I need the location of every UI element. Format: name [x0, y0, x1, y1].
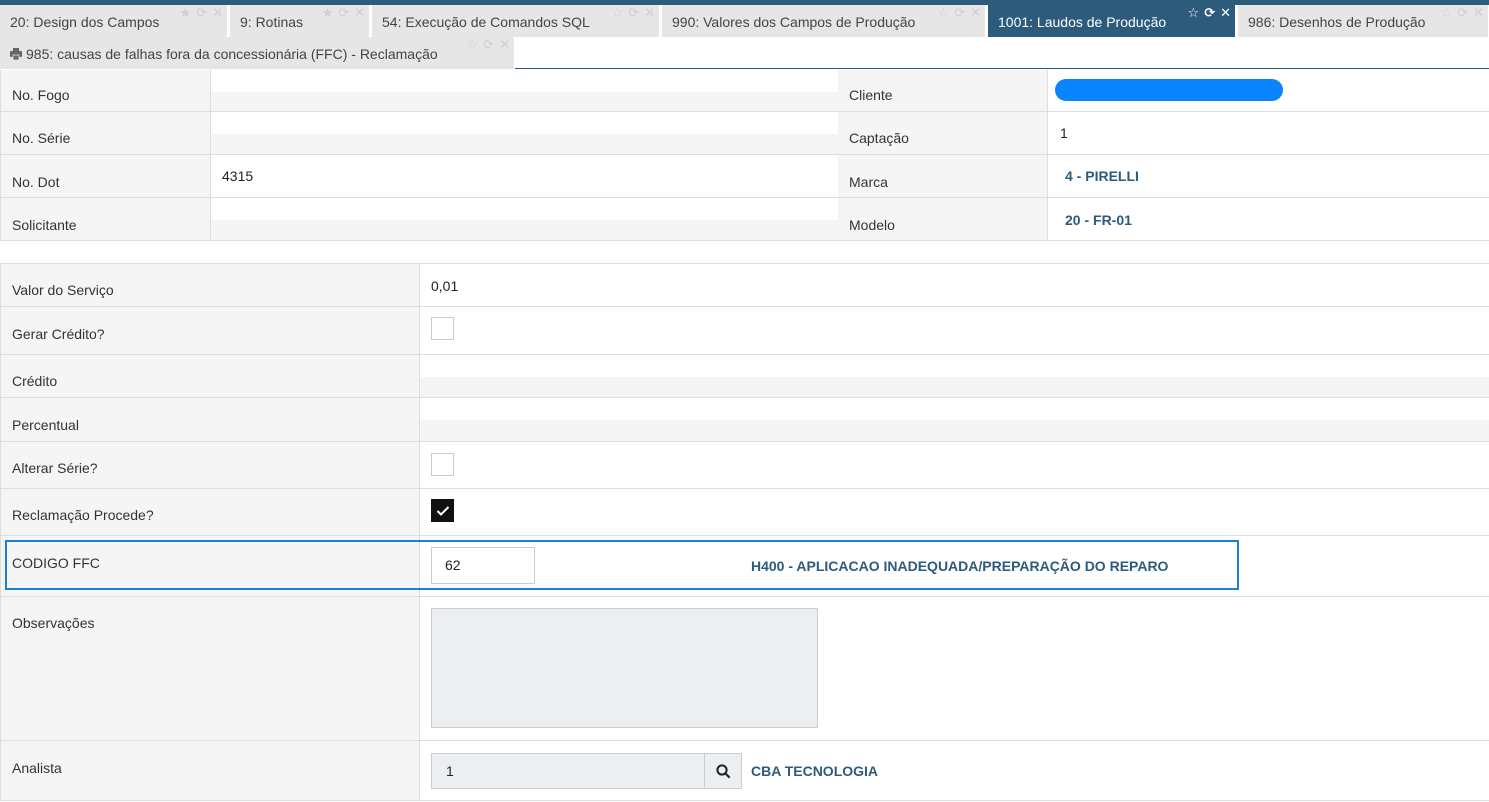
tab-rotinas[interactable]: 9: Rotinas ★ ⟳ ✕ — [230, 5, 370, 37]
star-icon[interactable]: ☆ — [467, 38, 479, 52]
tab-label: 9: Rotinas — [240, 14, 304, 30]
row-solicitante: Solicitante — [0, 198, 838, 241]
analista-search-button[interactable] — [704, 753, 742, 789]
analista-name: CBA TECNOLOGIA — [751, 763, 879, 779]
label-marca: Marca — [838, 155, 1048, 197]
marca-value: 4 - PIRELLI — [1065, 168, 1139, 184]
label-valor-servico: Valor do Serviço — [0, 264, 420, 306]
percentual-field[interactable] — [420, 398, 1489, 441]
tab-desenhos-de-producao[interactable]: 986: Desenhos de Produção ☆ ⟳ ✕ — [1238, 5, 1489, 37]
tab-execucao-sql[interactable]: 54: Execução de Comandos SQL ☆ ⟳ ✕ — [372, 5, 660, 37]
label-no-serie: No. Série — [0, 112, 211, 154]
analista-input[interactable]: 1 — [431, 753, 705, 789]
row-credito: Crédito — [0, 355, 1489, 398]
refresh-icon[interactable]: ⟳ — [483, 38, 494, 52]
label-alterar-serie: Alterar Série? — [0, 442, 420, 488]
label-percentual: Percentual — [0, 398, 420, 441]
label-no-fogo: No. Fogo — [0, 70, 211, 111]
tab-design-dos-campos[interactable]: 20: Design dos Campos ★ ⟳ ✕ — [0, 5, 228, 37]
alterar-serie-checkbox[interactable] — [431, 453, 454, 476]
label-reclamacao-procede: Reclamação Procede? — [0, 489, 420, 535]
alterar-serie-cell — [420, 442, 1489, 488]
label-observacoes: Observações — [0, 597, 420, 740]
tab-label: 986: Desenhos de Produção — [1248, 14, 1426, 30]
row-no-fogo: No. Fogo — [0, 70, 838, 112]
solicitante-field[interactable] — [211, 198, 838, 240]
gerar-credito-cell — [420, 307, 1489, 354]
row-no-serie: No. Série — [0, 112, 838, 155]
label-gerar-credito: Gerar Crédito? — [0, 307, 420, 354]
tab-label: 54: Execução de Comandos SQL — [382, 14, 590, 30]
tab-laudos-de-producao[interactable]: 1001: Laudos de Produção ☆ ⟳ ✕ — [988, 5, 1236, 37]
star-icon[interactable]: ☆ — [938, 6, 950, 20]
tab-causas-falhas-ffc[interactable]: 985: causas de falhas fora da concession… — [0, 37, 515, 69]
reclamacao-procede-checkbox[interactable] — [431, 499, 454, 522]
row-analista: Analista — [0, 741, 1489, 801]
tab-bar: 20: Design dos Campos ★ ⟳ ✕ 9: Rotinas ★ ⟳ ✕… — [0, 5, 1489, 69]
refresh-icon[interactable]: ⟳ — [1457, 6, 1468, 20]
valor-servico-field[interactable]: 0,01 — [420, 264, 1489, 306]
label-modelo: Modelo — [838, 198, 1048, 240]
refresh-icon[interactable]: ⟳ — [628, 6, 639, 20]
close-icon[interactable]: ✕ — [644, 6, 655, 20]
no-fogo-field[interactable] — [211, 70, 838, 111]
refresh-icon[interactable]: ⟳ — [196, 6, 207, 20]
row-percentual: Percentual — [0, 398, 1489, 442]
captacao-value: 1 — [1060, 125, 1068, 141]
gerar-credito-checkbox[interactable] — [431, 317, 454, 340]
tab-label: 1001: Laudos de Produção — [998, 14, 1167, 30]
label-solicitante: Solicitante — [0, 198, 211, 240]
modelo-value: 20 - FR-01 — [1065, 212, 1132, 228]
row-modelo: Modelo 20 - FR-01 — [838, 198, 1489, 241]
label-captacao: Captação — [838, 112, 1048, 154]
codigo-ffc-description: H400 - APLICACAO INADEQUADA/PREPARAÇÃO D… — [751, 558, 1169, 574]
star-icon[interactable]: ☆ — [1441, 6, 1453, 20]
refresh-icon[interactable]: ⟳ — [954, 6, 965, 20]
label-cliente: Cliente — [838, 70, 1048, 111]
close-icon[interactable]: ✕ — [212, 6, 223, 20]
close-icon[interactable]: ✕ — [499, 38, 510, 52]
codigo-ffc-input[interactable]: 62 — [431, 547, 535, 584]
row-no-dot: No. Dot 4315 — [0, 155, 838, 198]
close-icon[interactable]: ✕ — [1473, 6, 1484, 20]
reclamacao-procede-cell — [420, 489, 1489, 535]
star-icon[interactable]: ☆ — [612, 6, 624, 20]
close-icon[interactable]: ✕ — [354, 6, 365, 20]
close-icon[interactable]: ✕ — [970, 6, 981, 20]
tab-label: 990: Valores dos Campos de Produção — [672, 14, 916, 30]
row-valor-servico: Valor do Serviço 0,01 — [0, 264, 1489, 307]
refresh-icon[interactable]: ⟳ — [338, 6, 349, 20]
label-no-dot: No. Dot — [0, 155, 211, 197]
row-cliente: Cliente — [838, 70, 1489, 112]
row-alterar-serie: Alterar Série? — [0, 442, 1489, 489]
tab-label: 20: Design dos Campos — [10, 14, 160, 30]
star-icon[interactable]: ★ — [322, 6, 334, 20]
printer-icon — [10, 48, 22, 60]
checkmark-icon — [436, 506, 450, 516]
no-serie-field[interactable] — [211, 112, 838, 154]
no-dot-field[interactable]: 4315 — [211, 155, 838, 197]
cliente-redacted — [1055, 79, 1283, 101]
row-captacao: Captação 1 — [838, 112, 1489, 155]
star-icon[interactable]: ★ — [180, 6, 192, 20]
credito-field[interactable] — [420, 355, 1489, 397]
refresh-icon[interactable]: ⟳ — [1204, 6, 1215, 20]
label-credito: Crédito — [0, 355, 420, 397]
observacoes-textarea[interactable] — [431, 608, 818, 728]
search-icon — [716, 764, 731, 779]
cliente-value — [1048, 70, 1489, 111]
label-analista: Analista — [0, 741, 420, 800]
close-icon[interactable]: ✕ — [1220, 6, 1231, 20]
tab-label: 985: causas de falhas fora da concession… — [26, 46, 438, 62]
row-reclamacao-procede: Reclamação Procede? — [0, 489, 1489, 536]
tab-valores-campos-producao[interactable]: 990: Valores dos Campos de Produção ☆ ⟳ ✕ — [662, 5, 986, 37]
row-gerar-credito: Gerar Crédito? — [0, 307, 1489, 355]
star-icon[interactable]: ☆ — [1188, 6, 1200, 20]
row-marca: Marca 4 - PIRELLI — [838, 155, 1489, 198]
